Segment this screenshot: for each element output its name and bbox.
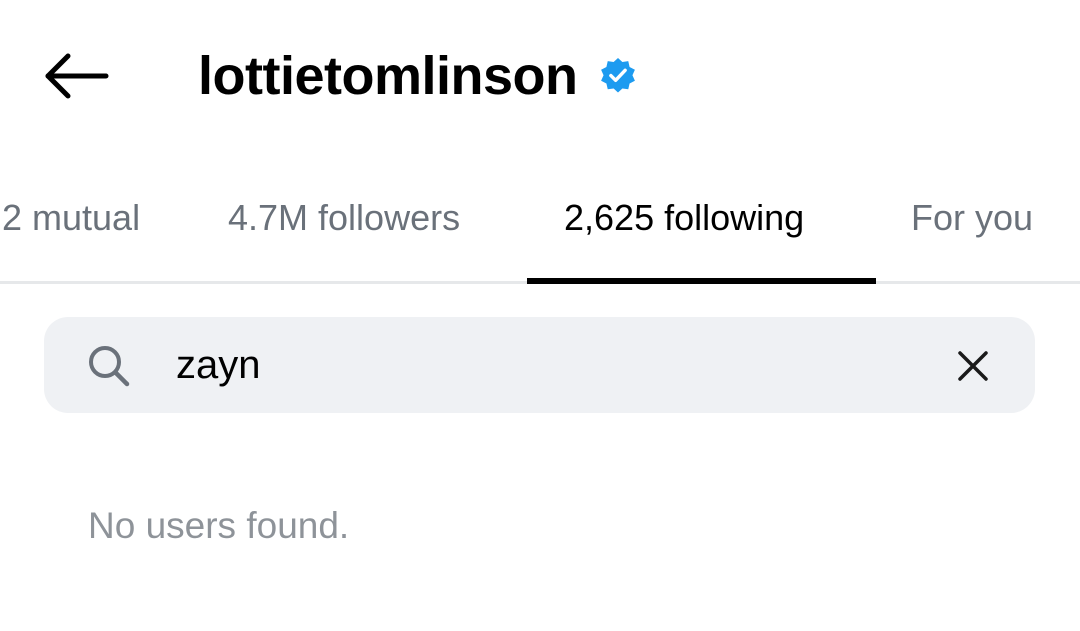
back-button[interactable] <box>36 44 116 108</box>
clear-search-button[interactable] <box>952 345 994 387</box>
username-title: lottietomlinson <box>198 40 637 112</box>
tab-bar: 2 mutual 4.7M followers 2,625 following … <box>0 170 1080 284</box>
tab-for-you[interactable]: For you <box>911 170 1033 284</box>
empty-results-message: No users found. <box>88 505 350 546</box>
tab-following[interactable]: 2,625 following <box>564 170 804 284</box>
tab-followers[interactable]: 4.7M followers <box>228 170 460 284</box>
arrow-left-icon <box>45 53 109 99</box>
active-tab-indicator <box>527 278 876 284</box>
username: lottietomlinson <box>198 46 578 106</box>
following-list-screen: lottietomlinson 2 mutual 4.7M followers … <box>0 0 1080 631</box>
close-icon <box>958 351 988 381</box>
search-input[interactable] <box>176 335 936 395</box>
tab-mutual[interactable]: 2 mutual <box>2 170 140 284</box>
profile-header: lottietomlinson <box>0 0 1080 150</box>
search-icon <box>86 343 132 389</box>
search-bar <box>44 317 1035 413</box>
verified-badge-icon <box>599 57 637 95</box>
